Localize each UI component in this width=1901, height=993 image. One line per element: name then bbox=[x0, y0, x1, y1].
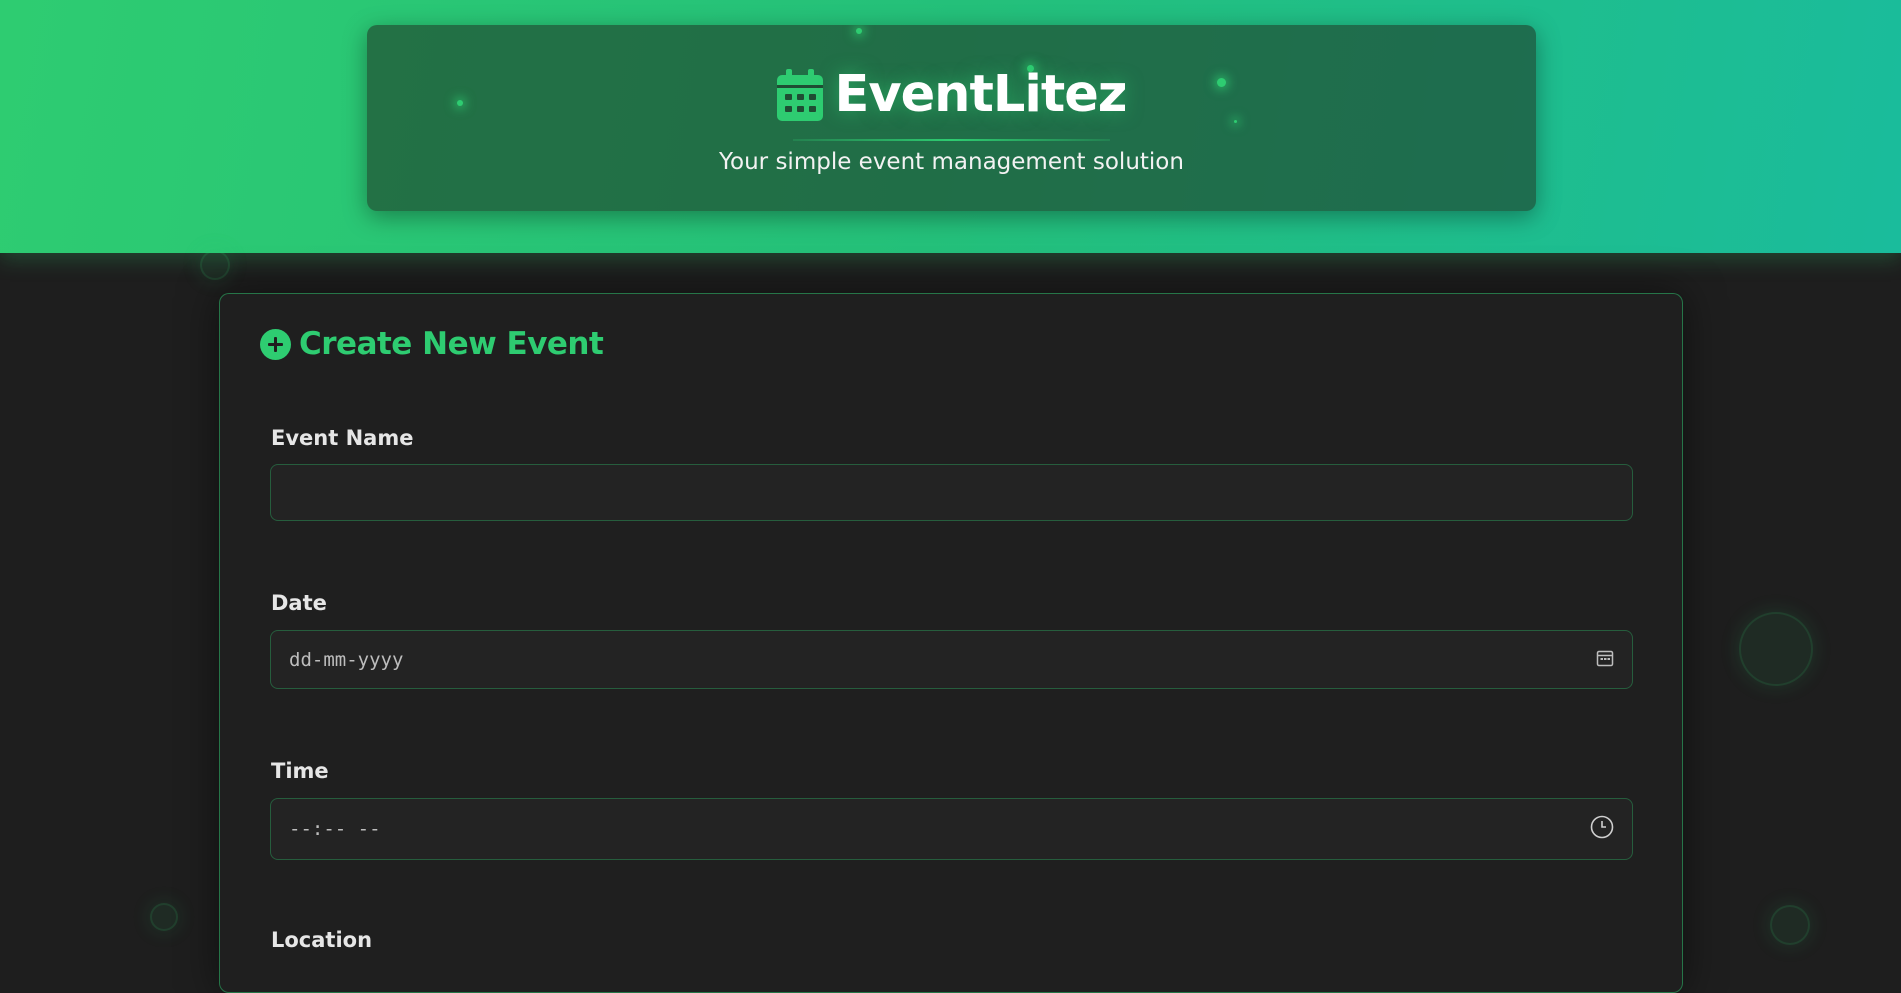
event-name-input[interactable] bbox=[270, 464, 1633, 521]
decorative-orb bbox=[200, 250, 230, 280]
date-label: Date bbox=[271, 591, 327, 615]
clock-icon[interactable] bbox=[1590, 815, 1614, 843]
form-title: Create New Event bbox=[260, 326, 604, 362]
form-title-text: Create New Event bbox=[299, 326, 604, 362]
date-placeholder: dd-mm-yyyy bbox=[289, 648, 404, 671]
event-name-label: Event Name bbox=[271, 426, 414, 450]
plus-circle-icon bbox=[260, 328, 291, 360]
decorative-orb bbox=[1770, 905, 1810, 945]
time-placeholder: --:-- -- bbox=[289, 818, 381, 840]
app-subtitle: Your simple event management solution bbox=[719, 149, 1184, 175]
calendar-icon bbox=[776, 68, 823, 121]
title-divider bbox=[793, 139, 1110, 141]
time-input[interactable]: --:-- -- bbox=[270, 798, 1633, 860]
app-title: EventLitez bbox=[834, 65, 1128, 124]
glow-particle bbox=[856, 28, 862, 34]
date-input[interactable]: dd-mm-yyyy bbox=[270, 630, 1633, 689]
create-event-form: Create New Event Event Name Date dd-mm-y… bbox=[219, 293, 1683, 993]
decorative-orb bbox=[150, 903, 178, 931]
brand: EventLitez bbox=[367, 65, 1536, 124]
calendar-picker-icon[interactable] bbox=[1596, 649, 1614, 671]
location-label: Location bbox=[271, 928, 373, 952]
decorative-orb bbox=[1739, 612, 1813, 686]
page-header: EventLitez Your simple event management … bbox=[0, 0, 1901, 253]
header-card: EventLitez Your simple event management … bbox=[367, 25, 1536, 211]
time-label: Time bbox=[271, 759, 329, 783]
